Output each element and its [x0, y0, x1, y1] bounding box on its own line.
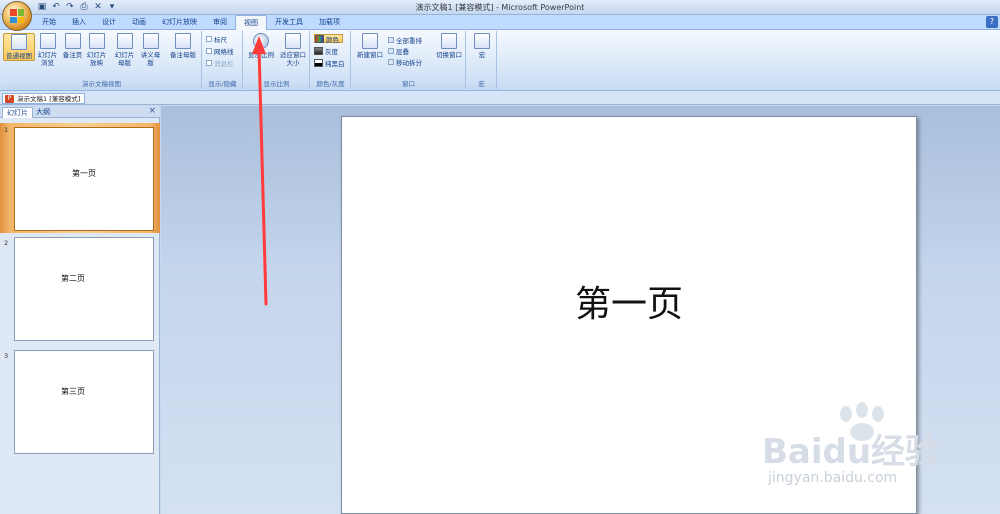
window-title: 演示文稿1 [兼容模式] - Microsoft PowerPoint [415, 3, 585, 12]
normal-view-icon [11, 34, 27, 50]
notes-page-button[interactable]: 备注页 [60, 33, 85, 59]
fit-window-icon [285, 33, 301, 49]
ribbon: 普通视图 幻灯片浏览 备注页 幻灯片放映 幻灯片母版 讲义母版 备注母版 演示文… [0, 30, 1000, 91]
tab-animation[interactable]: 动画 [124, 15, 154, 30]
document-tab-strip: P 演示文稿1 [兼容模式] [0, 91, 1000, 105]
slide-thumb-title: 第二页 [61, 274, 85, 283]
message-bar-check-icon [206, 59, 212, 66]
group-zoom: 显示比例 适应窗口大小 显示比例 [244, 31, 310, 89]
tab-design[interactable]: 设计 [94, 15, 124, 30]
ribbon-tabs: 开始 插入 设计 动画 幻灯片放映 审阅 视图 开发工具 加载项 [34, 15, 348, 30]
gridlines-check-icon [206, 47, 212, 54]
group-macro: 宏 宏 [467, 31, 497, 89]
handout-master-icon [142, 33, 159, 49]
slideshow-icon [88, 33, 105, 49]
slide-thumb-canvas: 第二页 [14, 237, 154, 341]
switch-window-icon [441, 33, 457, 49]
slide-master-icon [116, 33, 133, 49]
slide-thumbnail-1[interactable]: 1 第一页 [0, 123, 160, 233]
slide-thumb-canvas: 第一页 [14, 127, 154, 231]
office-logo [10, 9, 24, 23]
ruler-check-icon [206, 35, 212, 42]
black-white-option[interactable]: 纯黑白 [314, 58, 345, 68]
fit-window-button[interactable]: 适应窗口大小 [278, 33, 308, 67]
group-show-hide: 标尺 网格线 消息栏 显示/隐藏 [203, 31, 243, 89]
tab-addins[interactable]: 加载项 [311, 15, 348, 30]
notes-master-icon [175, 33, 191, 49]
slide-number: 1 [4, 126, 9, 134]
macro-button[interactable]: 宏 [469, 33, 495, 59]
slide-thumb-canvas: 第三页 [14, 350, 154, 454]
message-bar-checkbox[interactable]: 消息栏 [206, 58, 234, 68]
group-label-color: 颜色/灰度 [311, 79, 350, 89]
help-icon[interactable]: ? [986, 16, 998, 28]
tab-slideshow[interactable]: 幻灯片放映 [154, 15, 205, 30]
normal-view-button[interactable]: 普通视图 [3, 33, 35, 61]
color-option[interactable]: 颜色 [314, 34, 343, 44]
close-icon[interactable]: × [148, 106, 156, 116]
move-split-button[interactable]: 移动拆分 [388, 57, 422, 67]
watermark-url: jingyan.baidu.com [768, 470, 898, 486]
slide-title[interactable]: 第一页 [342, 275, 916, 327]
pane-tabs: 幻灯片 大纲 × [0, 106, 160, 118]
gridlines-checkbox[interactable]: 网格线 [206, 46, 234, 56]
new-window-icon [362, 33, 378, 49]
group-window: 新建窗口 全部重排 层叠 移动拆分 切换窗口 窗口 [352, 31, 466, 89]
office-button[interactable] [2, 1, 32, 31]
powerpoint-doc-icon: P [5, 95, 14, 103]
macro-icon [474, 33, 490, 49]
group-label-window: 窗口 [352, 79, 465, 89]
group-label-presentation-views: 演示文稿视图 [2, 79, 201, 89]
tab-insert[interactable]: 插入 [64, 15, 94, 30]
slides-pane: 幻灯片 大纲 × 1 第一页 2 第二页 3 第三页 [0, 106, 160, 514]
grayscale-option[interactable]: 灰度 [314, 46, 338, 56]
tab-slides[interactable]: 幻灯片 [2, 107, 33, 118]
group-color-grayscale: 颜色 灰度 纯黑白 颜色/灰度 [311, 31, 351, 89]
slide-thumb-title: 第三页 [61, 387, 85, 396]
slide-number: 2 [4, 239, 9, 247]
tab-review[interactable]: 审阅 [205, 15, 235, 30]
cascade-button[interactable]: 层叠 [388, 46, 409, 56]
ruler-checkbox[interactable]: 标尺 [206, 34, 227, 44]
watermark-brand: Baidu经验 [762, 432, 940, 472]
zoom-button[interactable]: 显示比例 [246, 33, 276, 59]
handout-master-button[interactable]: 讲义母版 [138, 33, 163, 67]
slide-sorter-icon [39, 33, 56, 49]
zoom-magnifier-icon [253, 33, 269, 49]
slide-thumbnail-2[interactable]: 2 第二页 [0, 236, 160, 346]
slide-thumb-title: 第一页 [72, 169, 96, 178]
group-presentation-views: 普通视图 幻灯片浏览 备注页 幻灯片放映 幻灯片母版 讲义母版 备注母版 演示文… [2, 31, 202, 89]
group-label-macro: 宏 [467, 79, 496, 89]
arrange-all-icon [388, 36, 394, 43]
color-swatch-icon [315, 34, 324, 43]
document-tab[interactable]: P 演示文稿1 [兼容模式] [2, 93, 86, 104]
group-label-show-hide: 显示/隐藏 [203, 79, 242, 89]
baidu-watermark: Baidu经验 jingyan.baidu.com [762, 402, 948, 498]
new-window-button[interactable]: 新建窗口 [354, 33, 386, 59]
arrange-all-button[interactable]: 全部重排 [388, 35, 422, 45]
slide-master-button[interactable]: 幻灯片母版 [112, 33, 137, 67]
tab-view[interactable]: 视图 [235, 15, 267, 30]
grayscale-swatch-icon [314, 46, 323, 55]
notes-page-icon [64, 33, 81, 49]
group-label-zoom: 显示比例 [244, 79, 309, 89]
slide-thumbnail-3[interactable]: 3 第三页 [0, 349, 160, 459]
slide-number: 3 [4, 352, 9, 360]
slideshow-button[interactable]: 幻灯片放映 [84, 33, 109, 67]
tab-outline[interactable]: 大纲 [32, 107, 54, 118]
title-bar: ▣ ↶ ↷ ⎙ ✕ ▾ 演示文稿1 [兼容模式] - Microsoft Pow… [0, 0, 1000, 15]
tab-home[interactable]: 开始 [34, 15, 64, 30]
notes-master-button[interactable]: 备注母版 [168, 33, 198, 59]
cascade-icon [388, 47, 394, 54]
black-white-swatch-icon [314, 58, 323, 67]
tab-developer[interactable]: 开发工具 [267, 15, 311, 30]
switch-window-button[interactable]: 切换窗口 [434, 33, 464, 59]
move-split-icon [388, 58, 394, 65]
slide-sorter-button[interactable]: 幻灯片浏览 [35, 33, 60, 67]
